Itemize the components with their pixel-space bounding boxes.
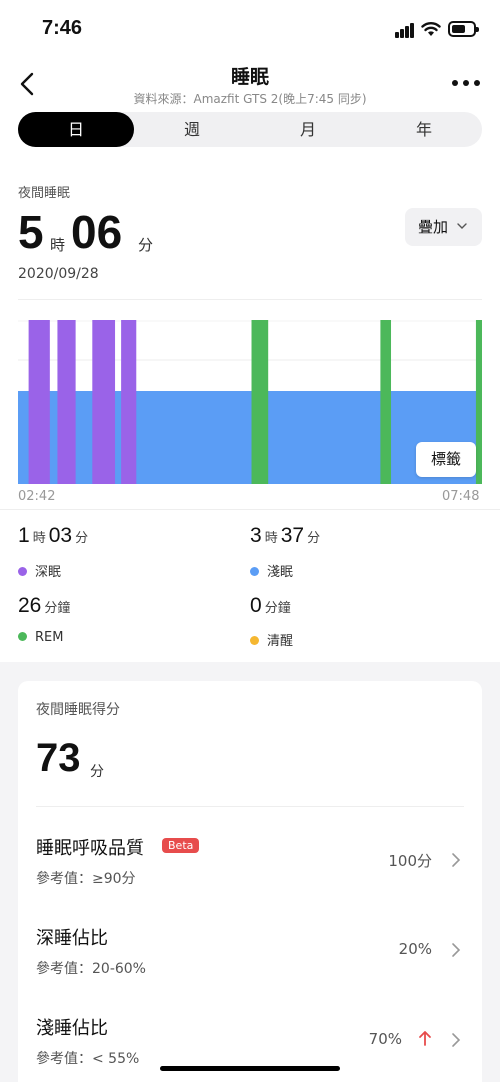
wifi-icon [421, 22, 441, 36]
page-title: 睡眠 [230, 66, 269, 88]
item-reference: 參考值：≥90分 [36, 871, 136, 887]
period-tabs: 日 週 月 年 [18, 112, 482, 147]
deep-sleep-segment [92, 320, 116, 484]
deep-sleep-segment [121, 320, 137, 484]
light-sleep-ratio-item[interactable]: 淺睡佔比 參考值：< 55% 70% [18, 1014, 482, 1082]
score-title: 夜間睡眠得分 [36, 702, 120, 718]
cellular-signal-icon [395, 22, 415, 38]
item-value: 20% [398, 940, 432, 958]
chevron-down-icon [457, 223, 467, 229]
sleep-date: 2020/09/28 [18, 266, 99, 282]
rem-legend: REM [18, 630, 63, 645]
divider [0, 509, 500, 510]
score-unit: 分 [90, 764, 104, 780]
sleep-score-card: 夜間睡眠得分 73 分 睡眠呼吸品質 Beta 參考值：≥90分 100分 深睡… [18, 681, 482, 1082]
tab-month[interactable]: 月 [250, 112, 366, 147]
chevron-right-icon [452, 853, 461, 867]
item-title: 淺睡佔比 [36, 1018, 108, 1039]
rem-duration: 26 分鐘 [18, 594, 71, 617]
deep-sleep-legend: 深眠 [18, 561, 61, 580]
status-time: 7:46 [42, 17, 83, 39]
more-icon[interactable] [452, 80, 480, 88]
rem-sleep-segment [380, 320, 392, 484]
light-sleep-duration: 3 時 37 分 [250, 524, 321, 547]
x-axis-start-label: 02:42 [18, 489, 56, 504]
deep-sleep-segment [28, 320, 50, 484]
battery-icon [448, 21, 479, 37]
chevron-right-icon [452, 943, 461, 957]
tab-year[interactable]: 年 [366, 112, 482, 147]
item-reference: 參考值：< 55% [36, 1051, 140, 1067]
item-value: 70% [368, 1030, 402, 1048]
arrow-up-icon [419, 1031, 431, 1046]
tag-button[interactable]: 標籤 [416, 442, 476, 477]
awake-duration: 0 分鐘 [250, 594, 291, 617]
tab-day[interactable]: 日 [18, 112, 134, 147]
sleep-stage-chart [18, 320, 482, 484]
night-sleep-label: 夜間睡眠 [18, 186, 71, 201]
chevron-right-icon [452, 1033, 461, 1047]
item-title: 睡眠呼吸品質 [36, 838, 144, 859]
light-sleep-legend: 淺眠 [250, 561, 293, 580]
light-sleep-dot [250, 567, 259, 576]
data-source-subtitle: 資料來源：Amazfit GTS 2(晚上7:45 同步) [133, 92, 367, 106]
x-axis-end-label: 07:48 [442, 489, 480, 504]
rem-sleep-segment [475, 320, 482, 484]
item-value: 100分 [388, 852, 432, 870]
hours-unit: 時 [50, 236, 66, 254]
item-reference: 參考值：20-60% [36, 961, 146, 977]
beta-badge: Beta [162, 838, 200, 853]
light-sleep-segment [18, 391, 482, 484]
deep-sleep-duration: 1 時 03 分 [18, 524, 89, 547]
score-value: 73 [36, 736, 81, 780]
nav-bar: 睡眠 資料來源：Amazfit GTS 2(晚上7:45 同步) [0, 58, 500, 108]
divider [18, 299, 482, 300]
deep-sleep-dot [18, 567, 27, 576]
home-indicator [160, 1066, 340, 1071]
overlay-label: 疊加 [418, 218, 449, 236]
awake-legend: 清醒 [250, 630, 293, 649]
overlay-dropdown[interactable]: 疊加 [405, 208, 482, 246]
divider [36, 806, 464, 807]
tab-week[interactable]: 週 [134, 112, 250, 147]
awake-dot [250, 636, 259, 645]
breathing-quality-item[interactable]: 睡眠呼吸品質 Beta 參考值：≥90分 100分 [18, 834, 482, 914]
sleep-minutes: 06 [71, 206, 123, 258]
item-title: 深睡佔比 [36, 928, 108, 949]
sleep-hours: 5 [18, 206, 44, 258]
status-bar: 7:46 [0, 0, 500, 58]
deep-sleep-ratio-item[interactable]: 深睡佔比 參考值：20-60% 20% [18, 924, 482, 1004]
rem-dot [18, 632, 27, 641]
deep-sleep-segment [57, 320, 76, 484]
rem-sleep-segment [251, 320, 269, 484]
minutes-unit: 分 [138, 236, 154, 254]
